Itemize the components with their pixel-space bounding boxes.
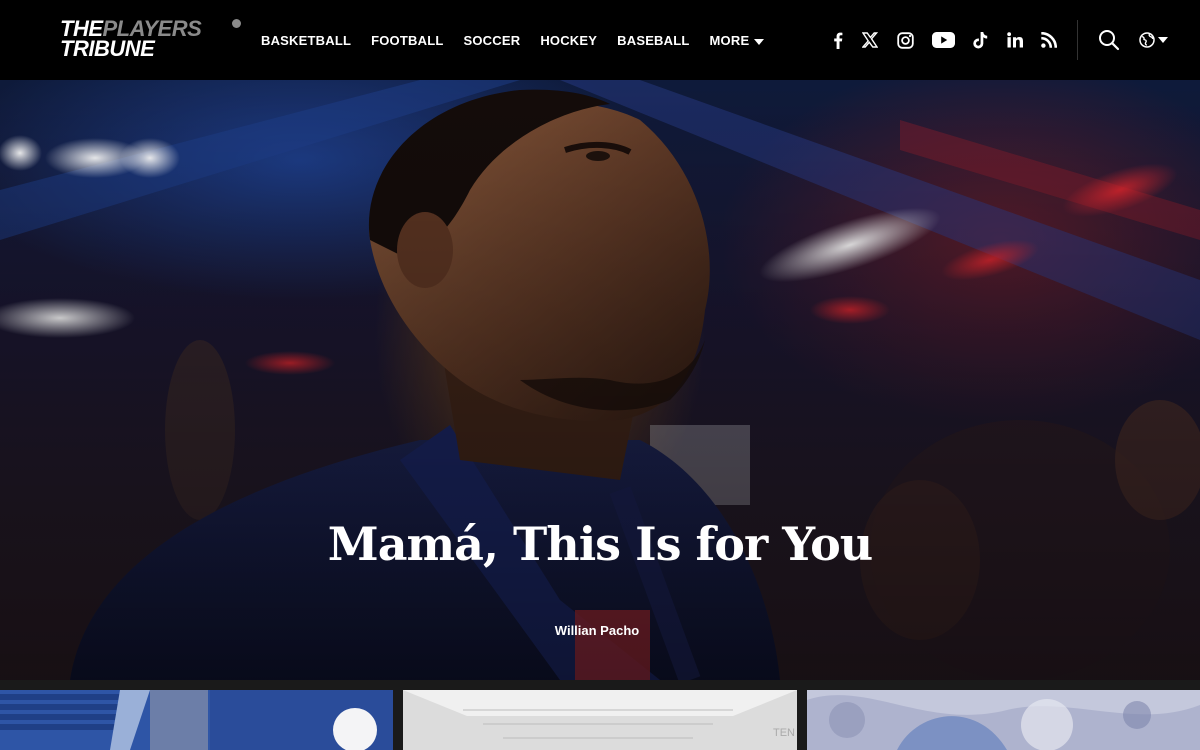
rss-icon[interactable] bbox=[1040, 28, 1058, 52]
story-card[interactable] bbox=[807, 690, 1200, 750]
story-card[interactable] bbox=[0, 690, 393, 750]
nav-hockey[interactable]: HOCKEY bbox=[540, 33, 597, 49]
story-card[interactable]: TEN bbox=[403, 690, 797, 750]
story-card-image bbox=[0, 690, 393, 750]
nav-basketball[interactable]: BASKETBALL bbox=[261, 33, 351, 49]
instagram-icon[interactable] bbox=[896, 28, 914, 52]
story-card-image bbox=[807, 690, 1200, 750]
chevron-down-icon bbox=[754, 38, 765, 45]
nav-football[interactable]: FOOTBALL bbox=[371, 33, 443, 49]
svg-text:TEN: TEN bbox=[773, 727, 795, 739]
nav-soccer[interactable]: SOCCER bbox=[463, 33, 520, 49]
hero-author[interactable]: Willian Pacho bbox=[0, 623, 1194, 639]
language-selector[interactable] bbox=[1139, 31, 1171, 49]
linkedin-icon[interactable] bbox=[1006, 28, 1024, 52]
x-icon[interactable] bbox=[861, 28, 879, 52]
nav-more-label: MORE bbox=[709, 33, 750, 48]
logo-registered-mark bbox=[232, 19, 241, 28]
site-logo[interactable]: THEPLAYERS TRIBUNE bbox=[60, 18, 242, 61]
hero-feature[interactable]: Mamá, This Is for You Willian Pacho bbox=[0, 80, 1200, 680]
tiktok-icon[interactable] bbox=[971, 28, 989, 52]
site-header: THEPLAYERS TRIBUNE BASKETBALL FOOTBALL S… bbox=[0, 0, 1200, 80]
facebook-icon[interactable] bbox=[830, 28, 846, 52]
logo-tribune: TRIBUNE bbox=[60, 36, 155, 61]
main-nav: BASKETBALL FOOTBALL SOCCER HOCKEY BASEBA… bbox=[261, 33, 784, 49]
hero-title[interactable]: Mamá, This Is for You bbox=[0, 516, 1200, 572]
nav-baseball[interactable]: BASEBALL bbox=[617, 33, 689, 49]
nav-more[interactable]: MORE bbox=[710, 33, 765, 49]
header-divider bbox=[1077, 20, 1078, 60]
youtube-icon[interactable] bbox=[931, 28, 955, 52]
search-icon[interactable] bbox=[1098, 29, 1120, 51]
story-card-image: TEN bbox=[403, 690, 797, 750]
globe-icon bbox=[1139, 32, 1155, 48]
chevron-down-icon bbox=[1158, 37, 1168, 43]
hero-photo bbox=[0, 80, 1200, 680]
